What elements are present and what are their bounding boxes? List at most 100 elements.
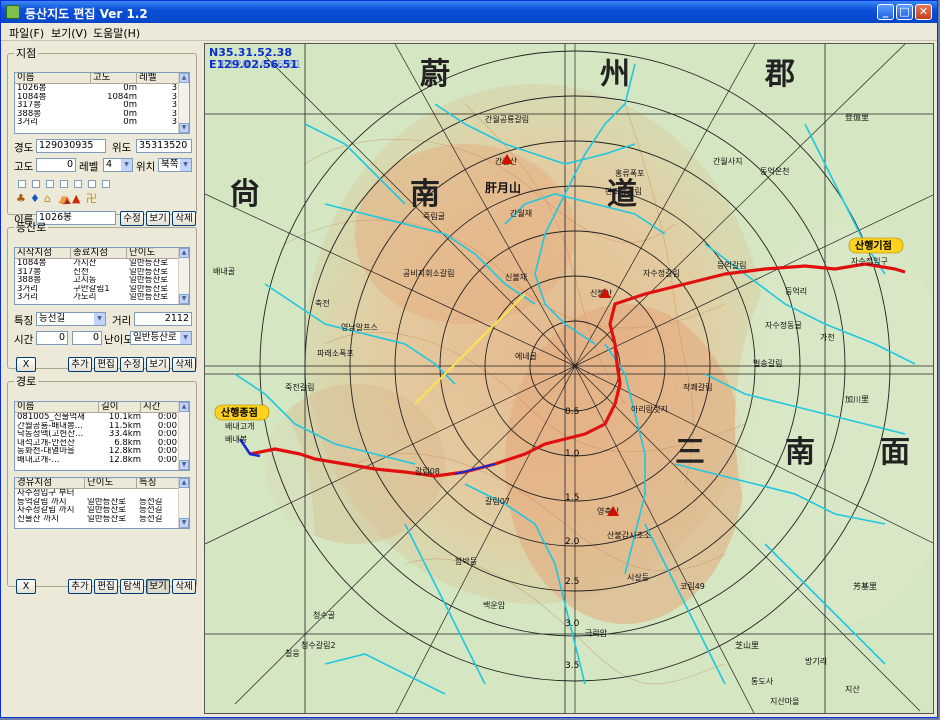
list-item[interactable]: 낙동정맥(고헌산... 33.4km 0:00 bbox=[15, 430, 189, 439]
col-via[interactable]: 경유지점 bbox=[15, 478, 85, 488]
start-marker[interactable]: 산행기점 bbox=[848, 237, 904, 254]
point-list-scrollbar[interactable]: ▲ ▼ bbox=[178, 73, 189, 133]
col-start[interactable]: 시작지점 bbox=[15, 248, 71, 258]
place-label: 동억온천 bbox=[760, 166, 789, 176]
menu-view[interactable]: 보기(V) bbox=[51, 25, 87, 41]
alt-field[interactable]: 0 bbox=[36, 158, 76, 172]
col-end[interactable]: 종료지점 bbox=[71, 248, 127, 258]
maximize-button[interactable]: □ bbox=[896, 4, 913, 20]
icon-checkbox[interactable] bbox=[60, 180, 68, 188]
via-list[interactable]: 경유지점 난이도 특징 자수정입구 부터 등억갈림 까지 일반등산로 능선길 자수정… bbox=[14, 477, 190, 529]
route-clear-button[interactable]: X bbox=[16, 579, 36, 594]
map-view[interactable]: N35.31.52.38 E129.02.56.51 E120.34.06.61… bbox=[204, 43, 934, 714]
icon-checkbox[interactable] bbox=[32, 180, 40, 188]
col-name[interactable]: 이름 bbox=[15, 402, 99, 412]
scroll-up-icon[interactable]: ▲ bbox=[179, 248, 189, 258]
list-item[interactable]: 자수정입구 부터 bbox=[15, 489, 189, 498]
list-item[interactable]: 3거리 구만갈림1 일반등산로 bbox=[15, 285, 189, 294]
end-marker[interactable]: 산행종점 bbox=[214, 404, 270, 421]
list-item[interactable]: 388봉 0m 3 bbox=[15, 110, 189, 119]
col-alt[interactable]: 고도 bbox=[91, 73, 137, 83]
dist-field[interactable]: 2112 bbox=[134, 312, 192, 326]
point-list[interactable]: 이름 고도 레벨 1026봉 0m 3 1084봉 1084m 3 317봉 0m 3 38… bbox=[14, 72, 190, 134]
trail-clear-button[interactable]: X bbox=[16, 357, 36, 372]
list-item[interactable]: 081005_신불억새 10.1km 0:00 bbox=[15, 413, 189, 422]
scroll-up-icon[interactable]: ▲ bbox=[179, 73, 189, 83]
list-item[interactable]: 내석고개-안전산 6.8km 0:00 bbox=[15, 439, 189, 448]
menu-file[interactable]: 파일(F) bbox=[9, 25, 44, 41]
trail-add-button[interactable]: 추가 bbox=[68, 357, 92, 372]
dropdown-arrow-icon[interactable]: ▼ bbox=[121, 159, 132, 171]
place-label: 죽림굴 bbox=[423, 211, 445, 221]
list-item[interactable]: 3거리 가도리 일반등산로 bbox=[15, 293, 189, 302]
col-name[interactable]: 이름 bbox=[15, 73, 91, 83]
place-label: 배내봉 bbox=[225, 435, 247, 444]
list-item[interactable]: 동화천-대열마을 12.8km 0:00 bbox=[15, 447, 189, 456]
point-list-header: 이름 고도 레벨 bbox=[15, 73, 189, 84]
pos-select[interactable]: 북쪽 ▼ bbox=[158, 158, 192, 172]
map-canvas[interactable]: N35.31.52.38 E129.02.56.51 E120.34.06.61… bbox=[205, 44, 934, 714]
icon-checkbox[interactable] bbox=[88, 180, 96, 188]
route-list-scrollbar[interactable]: ▲ ▼ bbox=[178, 402, 189, 470]
menu-help[interactable]: 도움말(H) bbox=[93, 25, 140, 41]
minimize-button[interactable]: _ bbox=[877, 4, 894, 20]
list-item[interactable]: 신불산 까지 일반등산로 능선길 bbox=[15, 515, 189, 524]
route-edit-button[interactable]: 편집 bbox=[94, 579, 118, 594]
trail-view-button[interactable]: 보기 bbox=[146, 357, 170, 372]
list-item[interactable]: 317봉 신천 일반등산로 bbox=[15, 268, 189, 277]
trail-delete-button[interactable]: 삭제 bbox=[172, 357, 196, 372]
scroll-up-icon[interactable]: ▲ bbox=[179, 402, 189, 412]
icon-checkbox[interactable] bbox=[18, 180, 26, 188]
scroll-up-icon[interactable]: ▲ bbox=[179, 478, 189, 488]
icon-checkbox[interactable] bbox=[46, 180, 54, 188]
level-select[interactable]: 4 ▼ bbox=[103, 158, 133, 172]
col-level[interactable]: 레벨 bbox=[137, 73, 179, 83]
trail-list-scrollbar[interactable]: ▲ ▼ bbox=[178, 248, 189, 304]
diff-select[interactable]: 일반등산로 ▼ bbox=[130, 331, 192, 345]
list-item[interactable]: 317봉 0m 3 bbox=[15, 101, 189, 110]
dropdown-arrow-icon[interactable]: ▼ bbox=[180, 159, 191, 171]
scroll-down-icon[interactable]: ▼ bbox=[179, 518, 189, 528]
trail-edit-button[interactable]: 편집 bbox=[94, 357, 118, 372]
list-item[interactable]: 1084봉 1084m 3 bbox=[15, 93, 189, 102]
lat-field[interactable]: 35313520 bbox=[136, 139, 192, 153]
dropdown-arrow-icon[interactable]: ▼ bbox=[94, 313, 105, 325]
list-item[interactable]: 1026봉 0m 3 bbox=[15, 84, 189, 93]
list-item[interactable]: 자수정갈림 까지 일반등산로 능선길 bbox=[15, 506, 189, 515]
scroll-down-icon[interactable]: ▼ bbox=[179, 123, 189, 133]
lon-field[interactable]: 129030935 bbox=[36, 139, 106, 153]
dropdown-arrow-icon[interactable]: ▼ bbox=[180, 332, 191, 344]
via-list-scrollbar[interactable]: ▲ ▼ bbox=[178, 478, 189, 528]
col-length[interactable]: 길이 bbox=[99, 402, 141, 412]
list-item[interactable]: 388봉 고지동 일반등산로 bbox=[15, 276, 189, 285]
place-label: 자수정갈림 bbox=[643, 268, 680, 278]
col-diff[interactable]: 난이도 bbox=[127, 248, 179, 258]
list-item[interactable]: 3거리 0m 3 bbox=[15, 118, 189, 127]
time-hour-field[interactable]: 0 bbox=[36, 331, 68, 345]
feature-select[interactable]: 능선길 ▼ bbox=[36, 312, 106, 326]
place-label: 죽전갈림 bbox=[285, 382, 314, 392]
list-item[interactable]: 1084봉 가지산 일반등산로 bbox=[15, 259, 189, 268]
trail-modify-button[interactable]: 수정 bbox=[120, 357, 144, 372]
trail-list[interactable]: 시작지점 종료지점 난이도 1084봉 가지산 일반등산로 317봉 신천 일반등산로 … bbox=[14, 247, 190, 305]
cell: 317봉 bbox=[17, 267, 42, 276]
icon-checkbox[interactable] bbox=[102, 180, 110, 188]
list-item[interactable]: 간월공룡-배내봉... 11.5km 0:00 bbox=[15, 422, 189, 431]
place-label: 지산 bbox=[845, 684, 860, 694]
close-button[interactable]: ✕ bbox=[915, 4, 932, 20]
time-min-field[interactable]: 0 bbox=[72, 331, 102, 345]
list-item[interactable]: 등억갈림 까지 일반등산로 능선길 bbox=[15, 498, 189, 507]
route-list[interactable]: 이름 길이 시간 081005_신불억새 10.1km 0:00 간월공룡-배내봉.… bbox=[14, 401, 190, 471]
route-add-button[interactable]: 추가 bbox=[68, 579, 92, 594]
route-search-button[interactable]: 탐색 bbox=[120, 579, 144, 594]
icon-checkbox[interactable] bbox=[74, 180, 82, 188]
list-item[interactable]: 배내고개-... 12.8km 0:00 bbox=[15, 456, 189, 465]
cell: 0:00 bbox=[157, 430, 177, 439]
route-delete-button[interactable]: 삭제 bbox=[172, 579, 196, 594]
col-diff[interactable]: 난이도 bbox=[85, 478, 137, 488]
route-view-button[interactable]: 보기 bbox=[146, 579, 170, 594]
col-feature[interactable]: 특징 bbox=[137, 478, 179, 488]
scroll-down-icon[interactable]: ▼ bbox=[179, 294, 189, 304]
col-time[interactable]: 시간 bbox=[141, 402, 179, 412]
scroll-down-icon[interactable]: ▼ bbox=[179, 460, 189, 470]
